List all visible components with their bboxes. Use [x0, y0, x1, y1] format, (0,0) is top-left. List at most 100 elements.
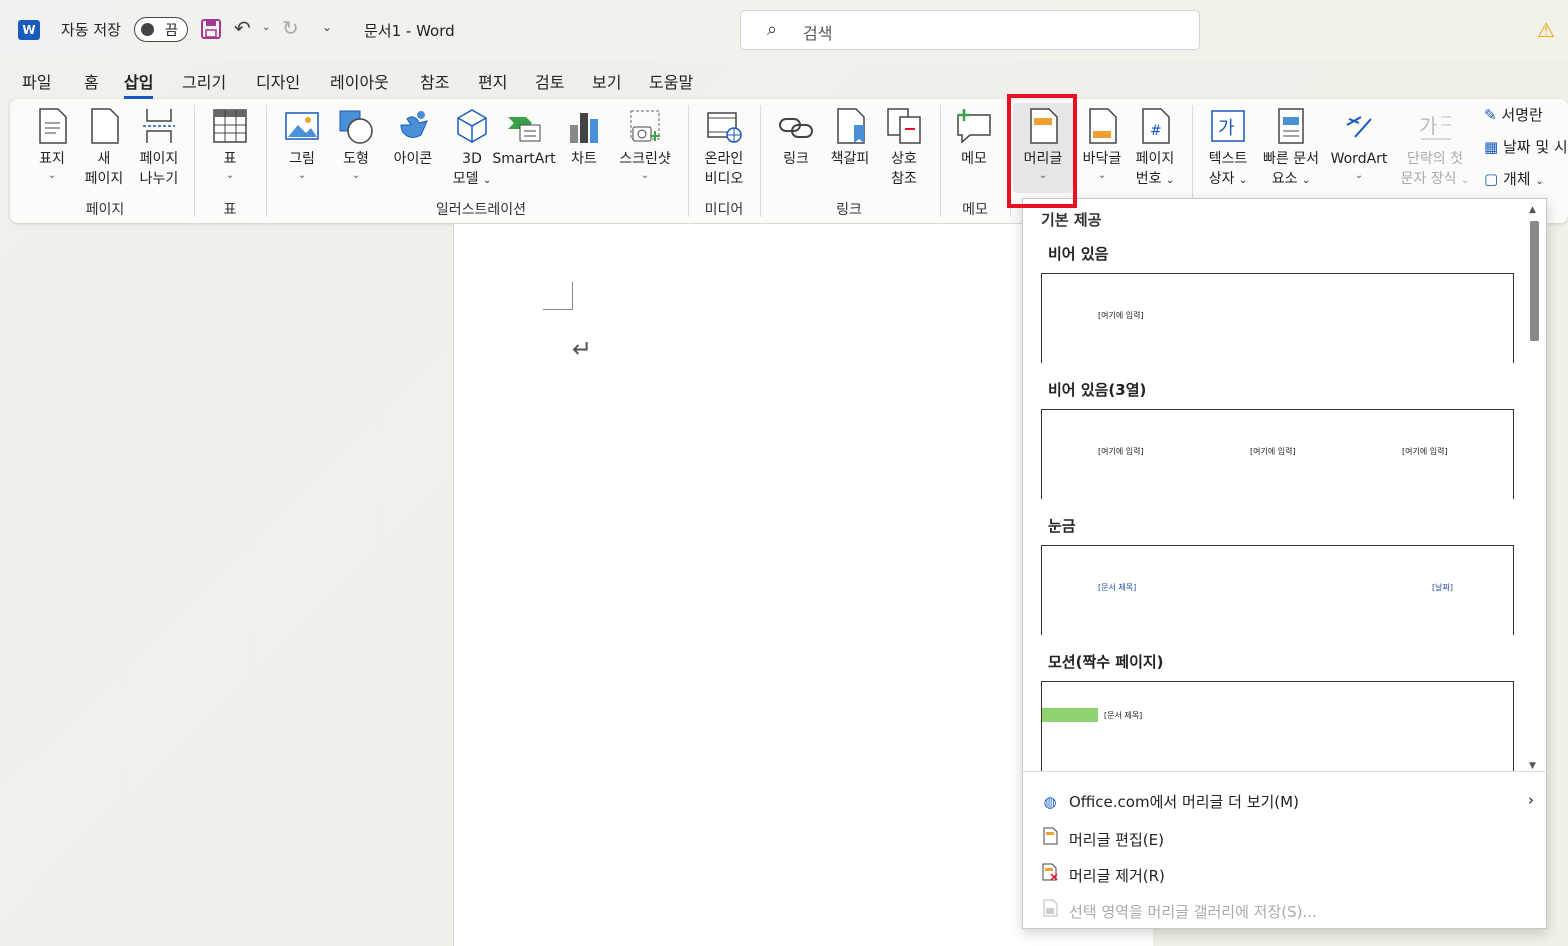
cover-page-button[interactable]: 표지 ⌄ — [32, 107, 72, 183]
scroll-thumb[interactable] — [1530, 221, 1539, 341]
drop-cap-label-2: 문자 장식 — [1400, 171, 1457, 187]
shapes-icon — [338, 107, 374, 145]
tab-draw[interactable]: 그리기 — [182, 66, 226, 96]
more-headers-online-item[interactable]: ◍ Office.com에서 머리글 더 보기(M) › — [1039, 791, 1534, 812]
footer-button[interactable]: 바닥글 ⌄ — [1078, 107, 1126, 183]
chevron-right-icon: › — [1528, 791, 1534, 809]
tab-view[interactable]: 보기 — [592, 66, 621, 96]
date-time-button[interactable]: ▦ 날짜 및 시 — [1484, 137, 1568, 157]
tab-references[interactable]: 참조 — [420, 66, 449, 96]
screenshot-label: 스크린샷 — [619, 151, 671, 167]
chevron-down-icon: ⌄ — [482, 175, 492, 186]
page-break-button[interactable]: 페이지 나누기 — [134, 107, 184, 189]
redo-icon[interactable]: ↻ — [282, 16, 299, 40]
save-icon[interactable] — [200, 18, 222, 40]
chevron-down-icon: ⌄ — [297, 170, 307, 181]
quick-parts-button[interactable]: 빠른 문서 요소 ⌄ — [1258, 107, 1324, 191]
chevron-down-icon: ⌄ — [1301, 175, 1311, 186]
cross-reference-button[interactable]: 상호참조 — [884, 107, 924, 189]
gallery-item-grid[interactable]: [문서 제목] [날짜] — [1041, 545, 1514, 635]
tab-mailings[interactable]: 편지 — [478, 66, 507, 96]
table-icon — [212, 107, 248, 145]
word-logo: W — [18, 20, 40, 40]
gallery-item-blank[interactable]: [여기에 입력] — [1041, 273, 1514, 363]
paragraph-mark-icon: ↵ — [572, 335, 593, 363]
gallery-item-blank-three-columns[interactable]: [여기에 입력] [여기에 입력] [여기에 입력] — [1041, 409, 1514, 499]
tab-layout[interactable]: 레이아웃 — [330, 66, 389, 96]
tab-file[interactable]: 파일 — [22, 66, 51, 96]
scroll-up-icon[interactable]: ▲ — [1529, 205, 1536, 215]
smartart-button[interactable]: SmartArt — [492, 107, 556, 169]
link-label: 링크 — [783, 151, 809, 167]
search-box[interactable]: ⌕ 검색 — [740, 10, 1200, 50]
placeholder-text: [여기에 입력] — [1402, 447, 1448, 456]
page-break-label-2: 나누기 — [139, 171, 179, 187]
pictures-button[interactable]: 그림 ⌄ — [282, 107, 322, 183]
textbox-button[interactable]: 가 텍스트 상자 ⌄ — [1204, 107, 1252, 191]
gallery-item-motion-even[interactable]: [문서 제목] — [1041, 681, 1514, 771]
shapes-button[interactable]: 도형 ⌄ — [336, 107, 376, 183]
gallery-heading: 기본 제공 — [1041, 211, 1102, 229]
table-label: 표 — [223, 151, 237, 167]
page-number-label-1: 페이지 — [1135, 151, 1175, 167]
tab-insert[interactable]: 삽입 — [124, 66, 154, 99]
separator — [760, 105, 761, 217]
screenshot-button[interactable]: 스크린샷 ⌄ — [614, 107, 676, 183]
title-bar: W 자동 저장 끔 ↶ ⌄ ↻ ⌄ 문서1 - Word ⌕ 검색 ⚠ — [0, 0, 1568, 60]
scroll-down-icon[interactable]: ▼ — [1529, 761, 1536, 771]
chevron-down-icon: ⌄ — [1535, 176, 1544, 187]
cover-page-icon — [34, 107, 70, 145]
table-button[interactable]: 표 ⌄ — [210, 107, 250, 183]
placeholder-text: [여기에 입력] — [1250, 447, 1296, 456]
save-selection-label: 선택 영역을 머리글 갤러리에 저장(S)... — [1069, 903, 1317, 921]
warning-icon[interactable]: ⚠ — [1537, 18, 1555, 42]
chart-button[interactable]: 차트 — [564, 107, 604, 169]
picture-icon — [284, 107, 320, 145]
signature-line-button[interactable]: ✎ 서명란 — [1484, 105, 1543, 125]
page-number-button[interactable]: # 페이지 번호 ⌄ — [1130, 107, 1180, 191]
undo-icon[interactable]: ↶ — [234, 16, 251, 40]
object-icon: ▢ — [1484, 170, 1499, 188]
undo-dropdown-icon[interactable]: ⌄ — [262, 22, 270, 33]
remove-header-item[interactable]: 머리글 제거(R) — [1039, 863, 1165, 886]
chevron-down-icon: ⌄ — [640, 170, 650, 181]
blank-page-button[interactable]: 새 페이지 — [82, 107, 126, 189]
comment-button[interactable]: 메모 — [954, 107, 994, 169]
customize-toolbar-icon[interactable]: ⌄ — [322, 20, 332, 34]
3d-models-label-2: 모델 — [452, 171, 479, 187]
globe-icon: ◍ — [1043, 793, 1057, 811]
tab-design[interactable]: 디자인 — [256, 66, 300, 96]
cross-reference-label-1: 상호 — [891, 151, 917, 167]
object-button[interactable]: ▢ 개체 ⌄ — [1484, 169, 1544, 192]
search-placeholder: 검색 — [803, 24, 833, 43]
wordart-button[interactable]: WordArt ⌄ — [1328, 107, 1390, 183]
save-selection-to-gallery-item[interactable]: 선택 영역을 머리글 갤러리에 저장(S)... — [1039, 899, 1317, 922]
smartart-label: SmartArt — [492, 151, 556, 167]
placeholder-text: [날짜] — [1432, 583, 1453, 592]
placeholder-text: [여기에 입력] — [1098, 447, 1144, 456]
shapes-label: 도형 — [343, 151, 369, 167]
comment-icon — [956, 107, 992, 145]
placeholder-text: [여기에 입력] — [1098, 311, 1144, 320]
margin-corner-mark — [543, 282, 573, 310]
tab-review[interactable]: 검토 — [535, 66, 564, 96]
autosave-label: 자동 저장 — [61, 21, 121, 39]
calendar-icon: ▦ — [1484, 138, 1499, 156]
drop-cap-button[interactable]: 가 단락의 첫 문자 장식 ⌄ — [1394, 107, 1476, 191]
autosave-state: 끔 — [165, 23, 178, 39]
autosave-toggle[interactable]: 끔 — [134, 17, 188, 42]
bird-icon — [395, 107, 431, 145]
tab-help[interactable]: 도움말 — [649, 66, 693, 96]
separator — [688, 105, 689, 217]
smartart-icon — [506, 107, 542, 145]
icons-button[interactable]: 아이콘 — [388, 107, 438, 169]
gallery-scrollbar[interactable]: ▲ ▼ — [1526, 205, 1542, 771]
textbox-icon: 가 — [1210, 107, 1246, 145]
edit-header-item[interactable]: 머리글 편집(E) — [1039, 827, 1164, 850]
bookmark-button[interactable]: 책갈피 — [826, 107, 874, 169]
link-button[interactable]: 링크 — [776, 107, 816, 169]
online-video-button[interactable]: 온라인 비디오 — [700, 107, 748, 189]
bookmark-icon — [832, 107, 868, 145]
tab-home[interactable]: 홈 — [84, 66, 99, 96]
cross-reference-label-2: 참조 — [891, 171, 917, 187]
